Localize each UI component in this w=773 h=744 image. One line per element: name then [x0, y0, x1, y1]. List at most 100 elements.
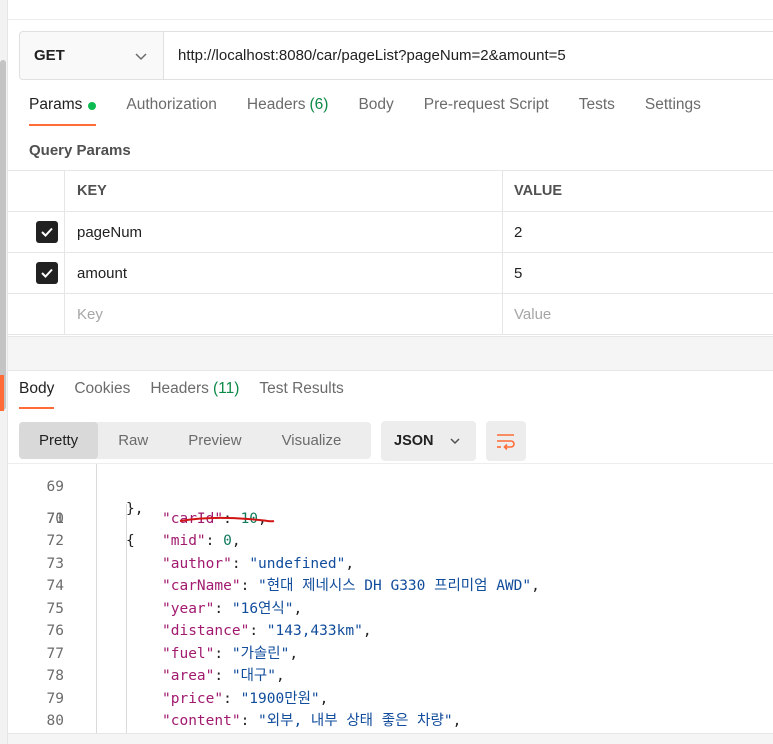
json-punct: ,	[319, 690, 329, 707]
json-key: "distance"	[162, 623, 250, 639]
view-visualize-button[interactable]: Visualize	[262, 422, 362, 459]
json-key: "carName"	[162, 578, 241, 594]
json-punct: ,	[362, 623, 372, 639]
view-preview-button[interactable]: Preview	[168, 422, 261, 459]
format-dropdown[interactable]: JSON	[381, 421, 476, 461]
key-column-header: KEY	[65, 171, 503, 211]
code-line: 74 "carName": "현대 제네시스 DH G330 프리미엄 AWD",	[8, 575, 773, 598]
json-punct: :	[240, 713, 259, 729]
json-punct: :	[231, 555, 250, 572]
json-punct: :	[214, 668, 232, 684]
tab-response-headers[interactable]: Headers (11)	[150, 380, 239, 410]
wrap-lines-icon	[497, 434, 515, 450]
code-line: 78 "area": "대구",	[8, 665, 773, 688]
tab-params[interactable]: Params	[29, 96, 97, 126]
param-key-field[interactable]: pageNum	[65, 212, 503, 252]
line-number: 71	[46, 510, 64, 527]
method-label: GET	[34, 47, 65, 64]
method-select[interactable]: GET	[20, 32, 164, 79]
tab-response-body[interactable]: Body	[19, 380, 55, 409]
json-key: "area"	[162, 668, 215, 684]
tab-label: Cookies	[74, 380, 131, 397]
code-text: "carName": "현대 제네시스 DH G330 프리미엄 AWD",	[162, 575, 540, 598]
code-text: "content": "외부, 내부 상태 좋은 차량",	[162, 710, 461, 733]
param-checkbox[interactable]	[36, 221, 58, 243]
tab-cookies[interactable]: Cookies	[74, 380, 130, 410]
param-checkbox[interactable]	[36, 262, 58, 284]
tab-count: (11)	[212, 380, 240, 397]
tab-pre-request-script[interactable]: Pre-request Script	[424, 96, 549, 126]
table-header-row: KEY VALUE	[8, 171, 773, 212]
view-mode-selector: Pretty Raw Preview Visualize	[19, 422, 371, 459]
tab-label: Headers	[150, 380, 209, 397]
json-punct: :	[223, 690, 241, 707]
tab-headers[interactable]: Headers (6)	[247, 96, 329, 126]
json-key: "fuel"	[162, 645, 215, 662]
query-params-title: Query Params	[29, 142, 131, 159]
chevron-down-icon	[450, 438, 460, 445]
view-raw-button[interactable]: Raw	[98, 422, 168, 459]
tab-label: Test Results	[259, 380, 344, 397]
code-line: 79 "price": "1900만원",	[8, 688, 773, 711]
line-number: 77	[46, 645, 64, 662]
scrollbar-thumb[interactable]	[0, 60, 6, 410]
tab-label: Params	[29, 96, 83, 113]
code-text: "author": "undefined",	[162, 553, 354, 576]
tab-count: (6)	[309, 96, 329, 113]
status-dot-icon	[88, 102, 97, 110]
tab-label: Body	[19, 380, 55, 397]
line-number: 76	[46, 623, 64, 639]
code-line: 73 "author": "undefined",	[8, 553, 773, 576]
json-key: "author"	[162, 555, 232, 572]
params-table: KEY VALUE pageNum 2 amount 5 Key Value	[8, 170, 773, 335]
format-label: JSON	[394, 433, 434, 449]
line-number: 72	[46, 533, 64, 549]
url-input[interactable]: http://localhost:8080/car/pageList?pageN…	[164, 32, 773, 79]
code-text: "distance": "143,433km",	[162, 620, 372, 643]
tab-test-results[interactable]: Test Results	[259, 380, 343, 410]
row-check-cell	[8, 294, 65, 334]
line-number: 79	[46, 690, 64, 707]
code-line: 77 "fuel": "가솔린",	[8, 643, 773, 666]
pane-divider[interactable]	[8, 336, 773, 371]
chevron-down-icon	[135, 53, 147, 61]
json-value: "undefined"	[249, 555, 346, 572]
json-value: "가솔린"	[231, 645, 290, 662]
annotation-underline	[179, 516, 275, 523]
new-value-input[interactable]: Value	[503, 294, 773, 334]
tab-label: Authorization	[126, 96, 217, 113]
row-check-cell	[8, 212, 65, 252]
json-punct: ,	[289, 645, 299, 662]
new-key-input[interactable]: Key	[65, 294, 503, 334]
line-number: 73	[46, 555, 64, 572]
response-tabs: Body Cookies Headers (11) Test Results	[19, 380, 364, 410]
tab-settings[interactable]: Settings	[645, 96, 701, 126]
url-bar: GET http://localhost:8080/car/pageList?p…	[19, 31, 773, 80]
tab-body[interactable]: Body	[358, 96, 393, 126]
json-key: "price"	[162, 690, 224, 707]
json-key: "content"	[162, 713, 241, 729]
row-check-cell	[8, 253, 65, 293]
view-pretty-button[interactable]: Pretty	[19, 422, 99, 459]
json-value: "외부, 내부 상태 좋은 차량"	[258, 713, 453, 729]
wrap-lines-button[interactable]	[486, 421, 526, 461]
json-punct: ,	[276, 668, 285, 684]
json-punct: :	[249, 623, 267, 639]
json-key: "mid"	[162, 533, 206, 549]
left-rail	[0, 0, 8, 744]
param-value-field[interactable]: 5	[503, 253, 773, 293]
tab-tests[interactable]: Tests	[579, 96, 615, 126]
json-punct: ,	[345, 555, 355, 572]
bottom-scrollbar[interactable]	[8, 733, 773, 744]
code-text: "area": "대구",	[162, 665, 285, 688]
param-value-field[interactable]: 2	[503, 212, 773, 252]
tab-label: Settings	[644, 96, 701, 113]
json-value: "143,433km"	[266, 623, 363, 639]
param-key-field[interactable]: amount	[65, 253, 503, 293]
tab-authorization[interactable]: Authorization	[126, 96, 216, 126]
line-number: 74	[46, 578, 64, 594]
header-check-cell	[8, 171, 65, 211]
code-line: 72 "mid": 0,	[8, 530, 773, 553]
response-body-viewer[interactable]: 69 }, 70 { 71 "carId": 10, 72 "mid": 0, 73 "a…	[8, 463, 773, 733]
json-punct: ,	[452, 713, 462, 729]
